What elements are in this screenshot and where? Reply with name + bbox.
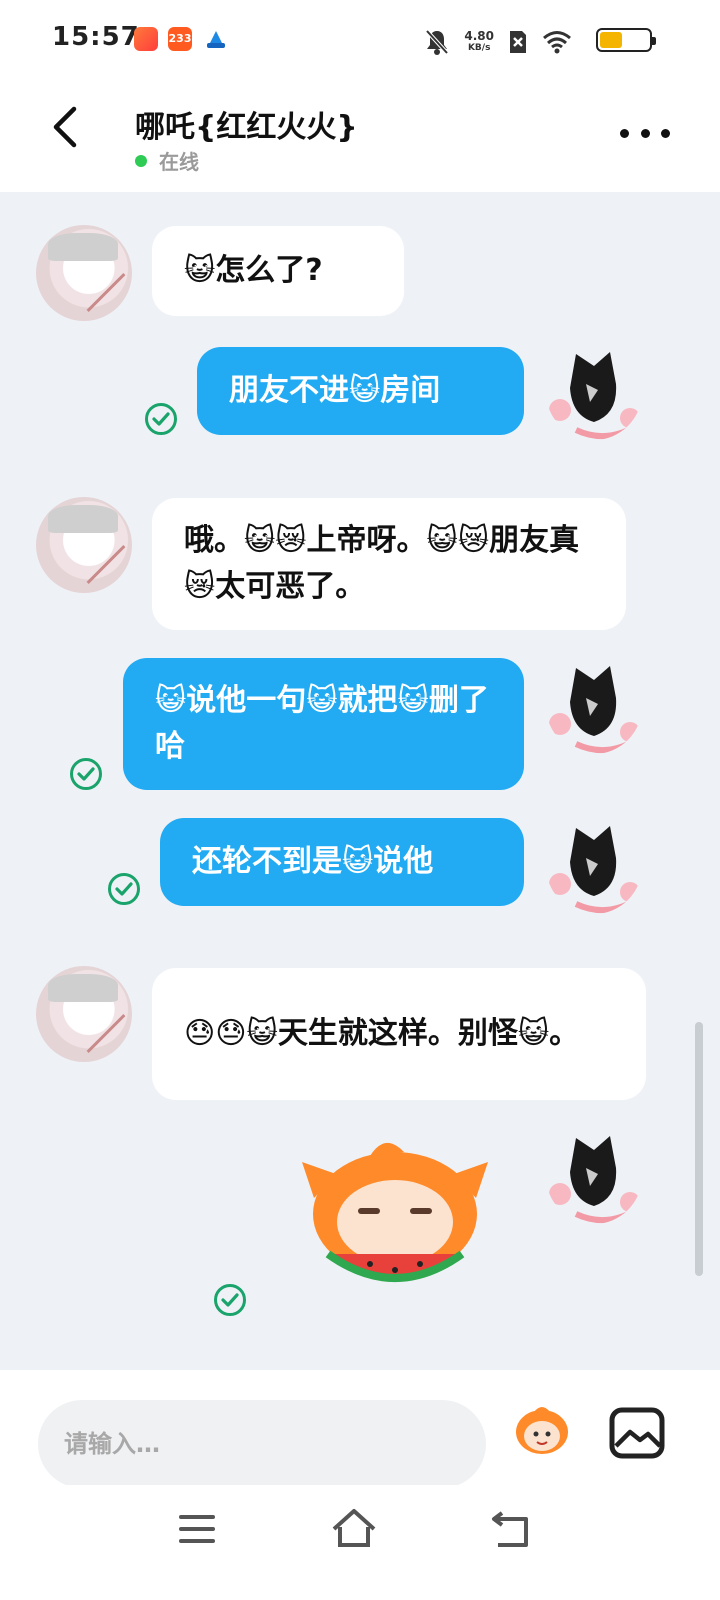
my-avatar[interactable] — [546, 658, 642, 754]
wifi-icon — [543, 31, 571, 54]
menu-icon[interactable] — [173, 1505, 221, 1553]
sent-check-icon — [214, 1284, 246, 1316]
back-icon[interactable] — [488, 1505, 536, 1553]
status-time: 15:57 — [52, 22, 140, 52]
image-picker-button[interactable] — [608, 1406, 666, 1460]
message-text: 😓😓😺天生就这样。别怪😺。 — [184, 1016, 580, 1051]
contact-name: 哪吒{红红火火} — [135, 110, 358, 145]
message-bubble-outgoing[interactable]: 朋友不进😺房间 — [197, 347, 524, 435]
home-icon[interactable] — [330, 1505, 378, 1553]
app-icon-1 — [134, 27, 158, 51]
peer-avatar[interactable] — [36, 966, 132, 1062]
online-status-text: 在线 — [159, 150, 199, 174]
net-speed-unit: KB/s — [467, 43, 491, 53]
message-bubble-incoming[interactable]: 😓😓😺天生就这样。别怪😺。 — [152, 968, 646, 1100]
peer-avatar[interactable] — [36, 225, 132, 321]
peer-avatar[interactable] — [36, 497, 132, 593]
emoji-sticker-button[interactable] — [512, 1400, 572, 1460]
message-bubble-incoming[interactable]: 😺怎么了? — [152, 226, 404, 316]
message-bubble-outgoing[interactable]: 😺说他一句😺就把😺删了哈 — [123, 658, 524, 790]
message-text: 朋友不进😺房间 — [229, 373, 441, 408]
net-speed-value: 4.80 — [464, 29, 494, 43]
status-bar: 15:57 233 4.80 KB/s — [0, 0, 720, 80]
message-text: 还轮不到是😺说他 — [192, 844, 434, 879]
message-input[interactable] — [38, 1400, 486, 1488]
chat-header: 哪吒{红红火火} 在线 — [0, 80, 720, 192]
app-icon-3 — [204, 27, 228, 51]
watermelon-eating-monkey-sticker[interactable] — [300, 1134, 490, 1304]
more-options-button[interactable] — [620, 118, 670, 148]
battery-icon — [596, 28, 656, 52]
message-text: 😺说他一句😺就把😺删了哈 — [155, 683, 489, 764]
chat-scrollbar[interactable] — [695, 1022, 703, 1276]
notifications-muted-icon — [425, 29, 449, 55]
sim-off-icon — [510, 31, 526, 53]
message-text: 😺怎么了? — [184, 253, 323, 288]
battery-fill — [600, 32, 622, 48]
message-text: 哦。😺😿上帝呀。😺😿朋友真😿太可恶了。 — [184, 523, 580, 604]
online-dot — [135, 154, 147, 167]
more-dot-icon — [620, 128, 629, 138]
my-avatar[interactable] — [546, 818, 642, 914]
status-right: 4.80 KB/s — [424, 22, 572, 62]
back-button[interactable] — [40, 102, 90, 152]
more-dot-icon — [661, 128, 670, 138]
message-input-bar — [0, 1370, 720, 1488]
my-avatar[interactable] — [546, 344, 642, 440]
chevron-left-icon — [53, 106, 77, 148]
chat-message-list[interactable]: 😺怎么了? 朋友不进😺房间 哦。😺😿上帝呀。😺😿朋友真😿太可恶了。 😺说他一句😺… — [0, 192, 720, 1370]
system-nav-bar — [0, 1485, 720, 1600]
message-bubble-incoming[interactable]: 哦。😺😿上帝呀。😺😿朋友真😿太可恶了。 — [152, 498, 626, 630]
my-avatar[interactable] — [546, 1128, 642, 1224]
net-speed: 4.80 KB/s — [464, 30, 494, 54]
app-icon-233: 233 — [168, 27, 192, 51]
sent-check-icon — [108, 873, 140, 905]
online-status: 在线 — [135, 146, 199, 175]
sent-check-icon — [70, 758, 102, 790]
message-bubble-outgoing[interactable]: 还轮不到是😺说他 — [160, 818, 524, 906]
sent-check-icon — [145, 403, 177, 435]
more-dot-icon — [640, 128, 650, 138]
